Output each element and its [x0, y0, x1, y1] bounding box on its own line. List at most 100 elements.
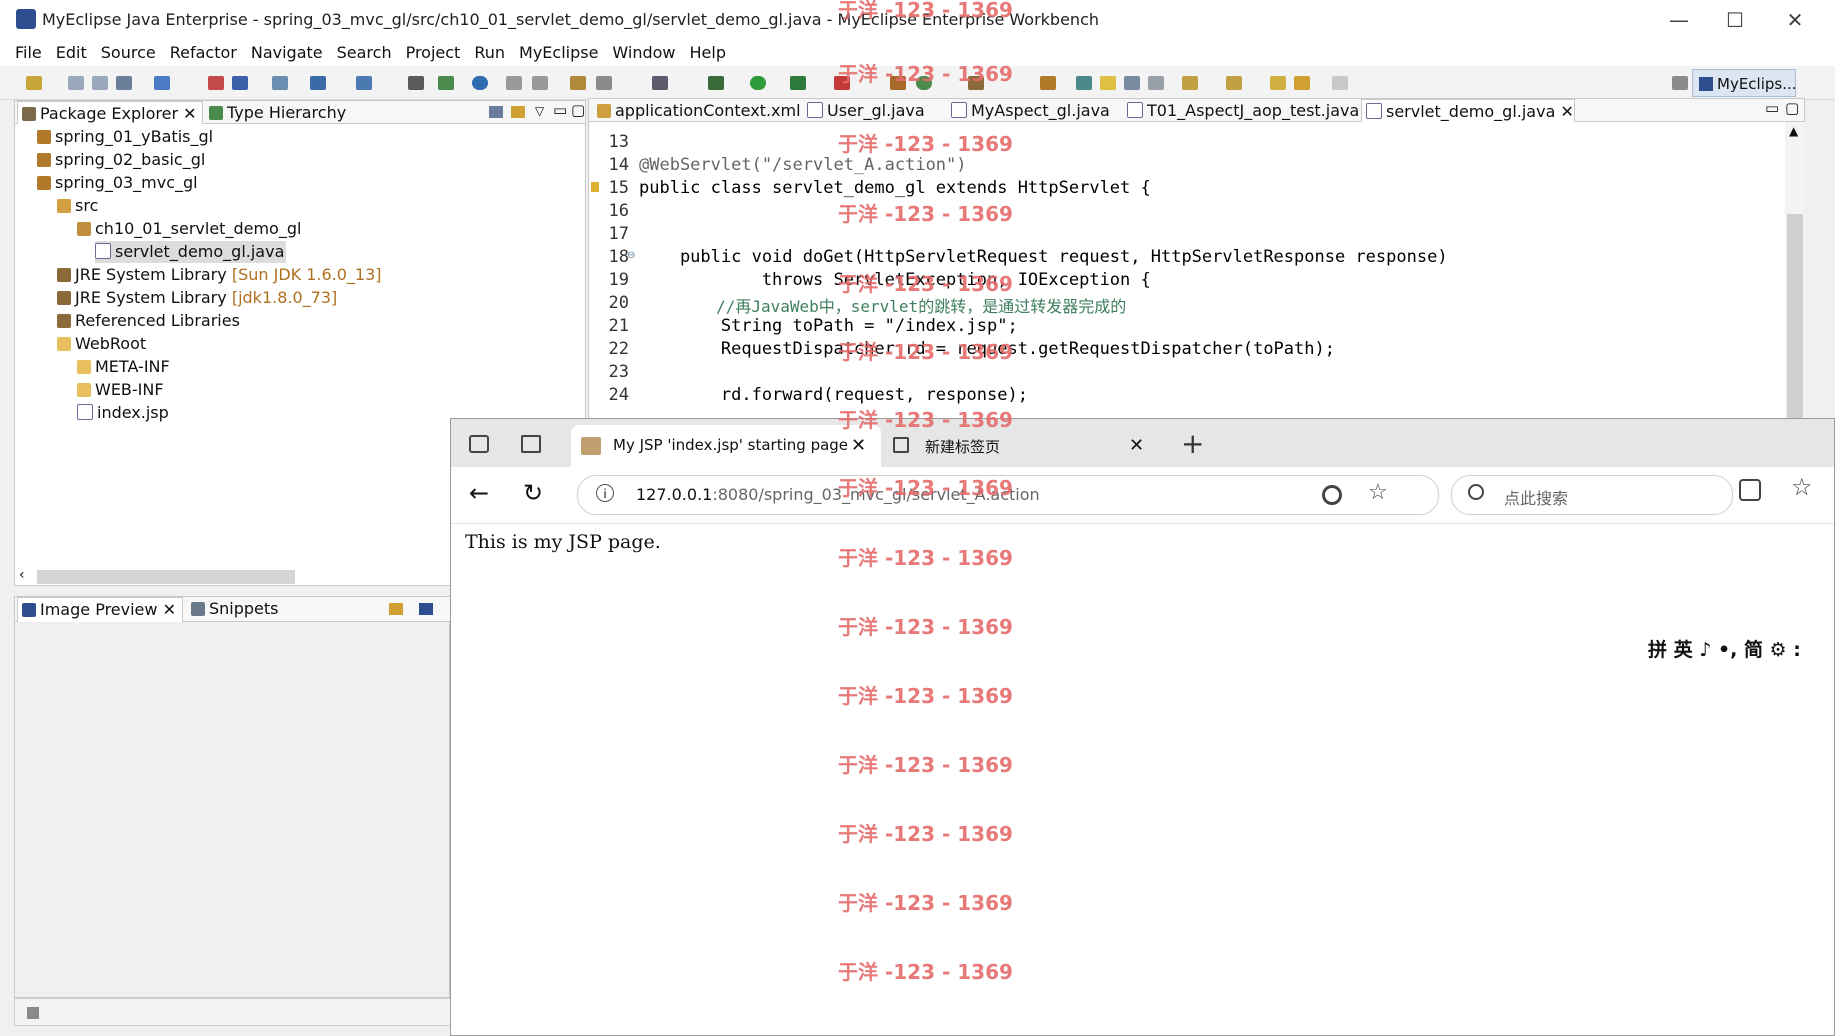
reload-icon[interactable]: ↻ [523, 479, 543, 507]
tree-item-jre-library[interactable]: JRE System Library [jdk1.8.0_73] [57, 287, 337, 309]
tab-package-explorer[interactable]: Package Explorer ✕ [17, 101, 203, 126]
tree-item-package[interactable]: ch10_01_servlet_demo_gl [77, 218, 301, 240]
code-editor[interactable]: 13 14 @WebServlet("/servlet_A.action") 1… [588, 122, 1805, 419]
menu-file[interactable]: File [8, 40, 49, 66]
open-type-icon[interactable] [154, 76, 170, 90]
run-icon[interactable] [750, 76, 766, 90]
new-tab-plus-icon[interactable]: + [1181, 427, 1204, 460]
maximize-editor-icon[interactable]: ▢ [1785, 99, 1799, 117]
terminal-icon[interactable] [652, 76, 668, 90]
info-icon[interactable]: i [596, 484, 614, 502]
tab-servlet-demo-gl[interactable]: servlet_demo_gl.java ✕ [1361, 99, 1575, 124]
open-perspective-icon[interactable] [1672, 76, 1688, 90]
menu-refactor[interactable]: Refactor [163, 40, 244, 66]
tree-item-src[interactable]: src [57, 195, 98, 217]
menu-source[interactable]: Source [94, 40, 163, 66]
back-arrow-icon[interactable]: ← [469, 479, 489, 507]
tools-icon[interactable] [1040, 76, 1056, 90]
search-box[interactable]: 点此搜索 [1451, 475, 1733, 515]
close-tab-icon[interactable]: ✕ [1129, 435, 1144, 456]
package-icon[interactable] [570, 76, 586, 90]
save-icon[interactable] [68, 76, 84, 90]
menu-run[interactable]: Run [467, 40, 512, 66]
close-icon[interactable]: ✕ [1560, 102, 1573, 121]
scroll-thumb[interactable] [1787, 214, 1803, 419]
menu-edit[interactable]: Edit [49, 40, 94, 66]
menu-navigate[interactable]: Navigate [244, 40, 330, 66]
favorites-icon[interactable]: ☆ [1791, 473, 1813, 501]
close-icon[interactable]: ✕ [183, 104, 196, 123]
prev-annotation-icon[interactable] [1226, 76, 1242, 90]
scroll-left-icon[interactable]: ‹ [19, 567, 25, 583]
warning-marker-icon[interactable] [591, 182, 599, 192]
forward-icon[interactable] [1332, 76, 1348, 90]
maximize-view-icon[interactable]: ▢ [571, 101, 585, 119]
search-icon[interactable] [356, 76, 372, 90]
minimize-editor-icon[interactable]: ▭ [1765, 99, 1779, 117]
server-icon[interactable] [232, 76, 248, 90]
tab-user-gl[interactable]: User_gl.java [803, 99, 937, 123]
tab-actions-icon[interactable] [521, 435, 541, 453]
extensions-icon[interactable] [1739, 479, 1761, 501]
export-icon[interactable] [438, 76, 454, 90]
last-edit-icon[interactable] [1270, 76, 1286, 90]
ime-toolbar[interactable]: 拼 英 ♪ •, 简 ⚙ : [1636, 636, 1826, 664]
debug-icon[interactable] [708, 76, 724, 90]
edge-icon[interactable] [1322, 485, 1342, 505]
wizard-icon[interactable] [310, 76, 326, 90]
whitespace-icon[interactable] [1148, 76, 1164, 90]
browser-tab-active[interactable]: My JSP 'index.jsp' starting page ✕ [571, 425, 881, 467]
back-history-icon[interactable] [506, 76, 522, 90]
run-config-icon[interactable] [790, 76, 806, 90]
menu-window[interactable]: Window [605, 40, 682, 66]
menu-myeclipse[interactable]: MyEclipse [512, 40, 605, 66]
fold-icon[interactable]: ⊖ [627, 250, 635, 261]
menu-help[interactable]: Help [683, 40, 733, 66]
scroll-up-icon[interactable]: ▲ [1789, 124, 1798, 138]
vertical-scrollbar[interactable]: ▲ [1785, 122, 1805, 419]
back-icon[interactable] [1294, 76, 1310, 90]
tree-item-project[interactable]: spring_02_basic_gl [37, 149, 205, 171]
tree-item-project[interactable]: spring_01_yBatis_gl [37, 126, 213, 148]
tree-item-project[interactable]: spring_03_mvc_gl [37, 172, 198, 194]
tab-snippets[interactable]: Snippets [187, 597, 291, 621]
tree-item-referenced-libraries[interactable]: Referenced Libraries [57, 310, 240, 332]
pin-icon[interactable] [1076, 76, 1092, 90]
print-icon[interactable] [116, 76, 132, 90]
close-button[interactable]: ✕ [1770, 4, 1820, 36]
new-icon[interactable] [26, 76, 42, 90]
tab-type-hierarchy[interactable]: Type Hierarchy [205, 101, 359, 125]
tab-myaspect-gl[interactable]: MyAspect_gl.java [947, 99, 1111, 123]
deploy-icon[interactable] [208, 76, 224, 90]
forward-history-icon[interactable] [532, 76, 548, 90]
next-annotation-icon[interactable] [1182, 76, 1198, 90]
tree-item-jre-library[interactable]: JRE System Library [Sun JDK 1.6.0_13] [57, 264, 382, 286]
globe-icon[interactable] [472, 76, 488, 90]
preview-settings-icon[interactable] [419, 603, 433, 615]
close-tab-icon[interactable]: ✕ [851, 435, 866, 456]
view-menu-icon[interactable]: ▽ [535, 104, 544, 118]
fast-view-icon[interactable] [27, 1007, 39, 1019]
favorite-star-icon[interactable]: ☆ [1368, 480, 1388, 505]
highlight-icon[interactable] [1100, 76, 1116, 90]
tree-item-meta-inf[interactable]: META-INF [77, 356, 170, 378]
tab-aop-test[interactable]: T01_AspectJ_aop_test.java [1123, 99, 1359, 123]
save-all-icon[interactable] [92, 76, 108, 90]
build-icon[interactable] [408, 76, 424, 90]
tree-item-index-jsp[interactable]: index.jsp [77, 402, 169, 424]
gear-icon[interactable] [596, 76, 612, 90]
tab-application-context[interactable]: applicationContext.xml [593, 99, 801, 123]
minimize-view-icon[interactable]: ▭ [553, 101, 567, 119]
refresh-preview-icon[interactable] [389, 603, 403, 615]
tree-item-webroot[interactable]: WebRoot [57, 333, 146, 355]
collections-icon[interactable] [469, 435, 489, 453]
tree-item-web-inf[interactable]: WEB-INF [77, 379, 164, 401]
menu-search[interactable]: Search [330, 40, 399, 66]
web-icon[interactable] [272, 76, 288, 90]
menu-project[interactable]: Project [399, 40, 468, 66]
block-icon[interactable] [1124, 76, 1140, 90]
close-icon[interactable]: ✕ [163, 600, 176, 619]
tree-item-java-file[interactable]: servlet_demo_gl.java [95, 241, 287, 263]
horizontal-scrollbar[interactable] [37, 570, 295, 584]
minimize-button[interactable]: — [1654, 4, 1704, 36]
